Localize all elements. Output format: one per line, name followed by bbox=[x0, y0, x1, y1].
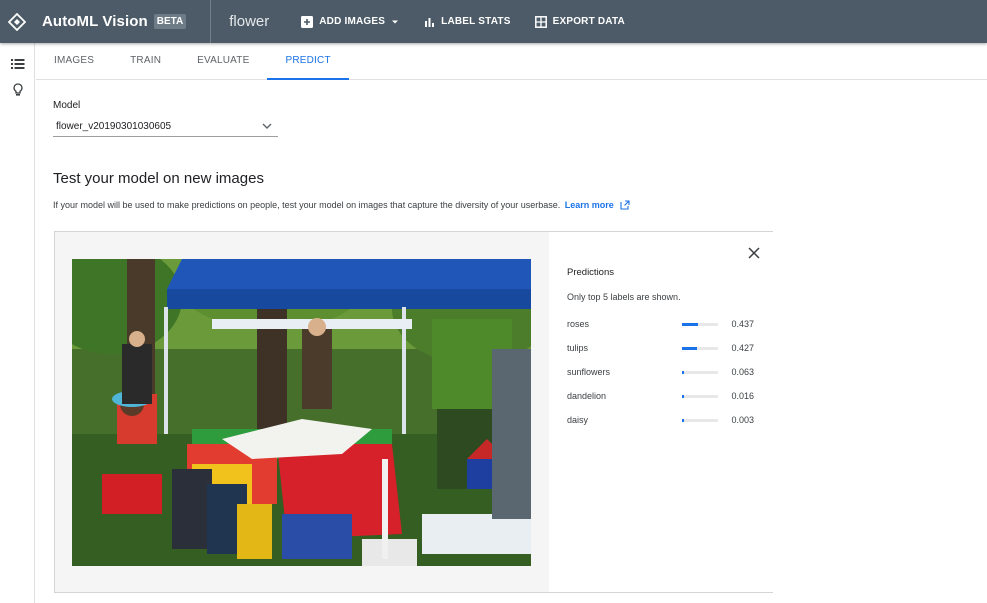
tab-train[interactable]: TRAIN bbox=[112, 43, 179, 80]
prediction-bar bbox=[682, 371, 718, 374]
prediction-score: 0.016 bbox=[731, 391, 754, 401]
prediction-bar bbox=[682, 347, 718, 350]
dataset-name: flower bbox=[229, 13, 270, 30]
label-stats-button[interactable]: LABEL STATS bbox=[424, 16, 510, 27]
tab-evaluate[interactable]: EVALUATE bbox=[179, 43, 267, 80]
close-icon[interactable] bbox=[747, 246, 761, 260]
export-data-button[interactable]: EXPORT DATA bbox=[534, 15, 625, 28]
prediction-row: sunflowers 0.063 bbox=[567, 367, 757, 379]
header-divider bbox=[210, 0, 212, 43]
app-title: AutoML Vision bbox=[42, 13, 148, 30]
prediction-score: 0.003 bbox=[731, 415, 754, 425]
prediction-bar bbox=[682, 323, 718, 326]
prediction-bar bbox=[682, 419, 718, 422]
prediction-label: dandelion bbox=[567, 391, 607, 401]
bar-chart-icon bbox=[425, 18, 435, 27]
chevron-down-icon bbox=[262, 123, 272, 129]
model-select-value: flower_v20190301030605 bbox=[56, 121, 172, 132]
tab-bar: IMAGES TRAIN EVALUATE PREDICT bbox=[36, 43, 987, 80]
predictions-title: Predictions bbox=[567, 267, 614, 278]
predictions-pane: Predictions Only top 5 labels are shown.… bbox=[549, 232, 773, 592]
prediction-bar-fill bbox=[682, 323, 698, 326]
tab-predict[interactable]: PREDICT bbox=[267, 43, 349, 80]
prediction-label: sunflowers bbox=[567, 367, 611, 377]
test-image bbox=[72, 259, 531, 566]
prediction-panel: Predictions Only top 5 labels are shown.… bbox=[54, 231, 773, 593]
diversity-note: If your model will be used to make predi… bbox=[53, 200, 630, 210]
open-in-new-icon[interactable] bbox=[620, 200, 630, 210]
prediction-label: daisy bbox=[567, 415, 589, 425]
add-images-button[interactable]: ADD IMAGES bbox=[301, 15, 400, 28]
prediction-score: 0.427 bbox=[731, 343, 754, 353]
model-label: Model bbox=[53, 100, 81, 111]
prediction-bar-fill bbox=[682, 395, 684, 398]
prediction-score: 0.437 bbox=[731, 319, 754, 329]
prediction-label: roses bbox=[567, 319, 590, 329]
side-nav bbox=[0, 43, 35, 603]
model-select[interactable]: flower_v20190301030605 bbox=[53, 118, 278, 137]
prediction-bar-fill bbox=[682, 371, 685, 374]
label-stats-label: LABEL STATS bbox=[441, 16, 511, 27]
prediction-bar-fill bbox=[682, 347, 698, 350]
learn-more-link[interactable]: Learn more bbox=[565, 200, 614, 210]
prediction-row: daisy 0.003 bbox=[567, 415, 757, 427]
tab-images[interactable]: IMAGES bbox=[36, 43, 112, 80]
table-grid-icon bbox=[534, 15, 547, 28]
prediction-bar-fill bbox=[682, 419, 684, 422]
top-app-bar: AutoML Vision BETA flower ADD IMAGES LAB… bbox=[0, 0, 987, 43]
prediction-label: tulips bbox=[567, 343, 589, 353]
export-data-label: EXPORT DATA bbox=[552, 16, 625, 27]
section-heading: Test your model on new images bbox=[53, 170, 264, 187]
prediction-score: 0.063 bbox=[731, 367, 754, 377]
add-box-icon bbox=[301, 15, 314, 28]
automl-diamond-icon[interactable] bbox=[8, 12, 26, 31]
predictions-subtitle: Only top 5 labels are shown. bbox=[567, 292, 681, 302]
prediction-row: tulips 0.427 bbox=[567, 343, 757, 355]
prediction-bar bbox=[682, 395, 718, 398]
prediction-row: dandelion 0.016 bbox=[567, 391, 757, 403]
prediction-row: roses 0.437 bbox=[567, 319, 757, 331]
chevron-down-icon bbox=[392, 20, 399, 23]
add-images-label: ADD IMAGES bbox=[319, 16, 386, 27]
diversity-note-text: If your model will be used to make predi… bbox=[53, 200, 561, 210]
list-icon[interactable] bbox=[0, 51, 35, 77]
beta-badge: BETA bbox=[153, 14, 187, 29]
lightbulb-icon[interactable] bbox=[0, 77, 35, 103]
